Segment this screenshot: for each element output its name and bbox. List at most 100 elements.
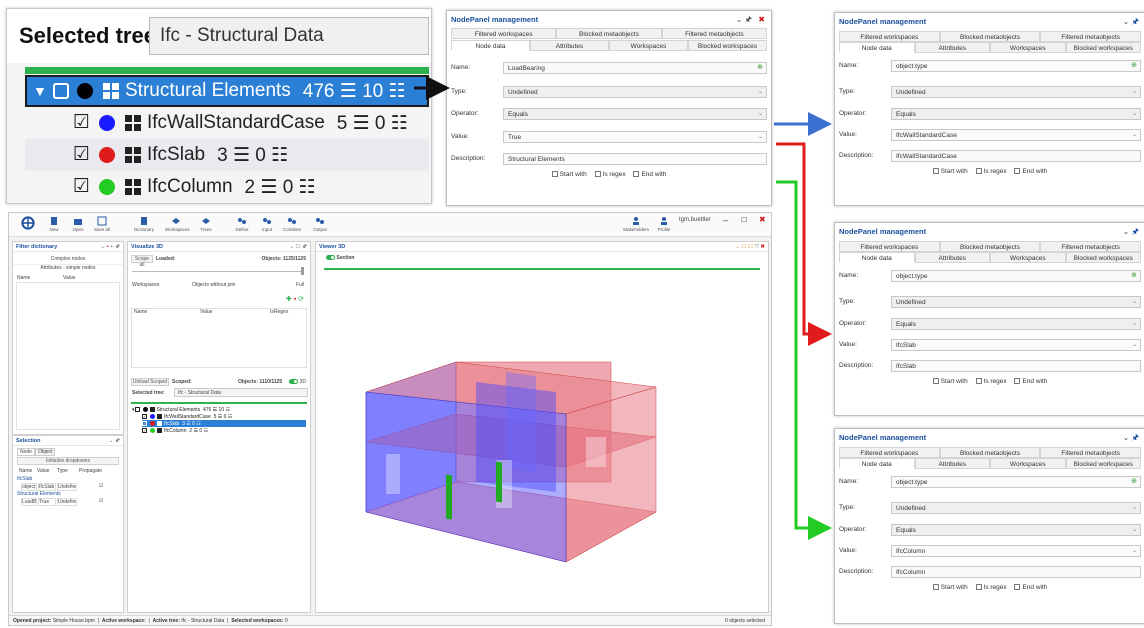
start-with-option[interactable]: Start with	[932, 584, 968, 591]
name-field[interactable]: object.type ⊕	[891, 59, 1141, 72]
tree-node-structural-elements[interactable]: ▼ Structural Elements 476 ☰ 10 ☷	[25, 75, 429, 107]
simple-nodes-label[interactable]: Attributes - simple nodes	[13, 264, 123, 271]
operator-dropdown[interactable]: Equals ⌄	[891, 317, 1141, 330]
start-with-option[interactable]: Start with	[551, 171, 587, 178]
tab-blocked-metaobjects[interactable]: Blocked metaobjects	[939, 241, 1041, 252]
maximize-icon[interactable]: ☐	[741, 216, 747, 224]
close-icon[interactable]: ✖	[759, 215, 766, 224]
open-button[interactable]: Open	[67, 216, 89, 232]
tab-filtered-metaobjects[interactable]: Filtered metaobjects	[1040, 241, 1141, 252]
building-3d-model[interactable]	[356, 342, 686, 592]
initialize-dropdowns-button[interactable]: Initialize dropdowns	[17, 457, 119, 465]
add-remove-icons[interactable]: ✚ ▪ ⟳	[286, 295, 304, 303]
tab-object[interactable]: Object	[35, 448, 56, 456]
tree-node-ifcwallstandardcase[interactable]: ☑ IfcWallStandardCase 5 ☰ 0 ☷	[25, 107, 429, 139]
search-icon[interactable]: ⊕	[757, 63, 763, 71]
value-dropdown[interactable]: IfcColumn ⌄	[891, 544, 1141, 557]
combine-button[interactable]: Combine	[281, 216, 303, 232]
is-regex-option[interactable]: Is regex	[594, 171, 626, 178]
pane-controls[interactable]: ⌄ ☐ 🖈	[289, 242, 307, 252]
name-field[interactable]: LoadBearing ⊕	[503, 61, 767, 74]
sel-row1-value[interactable]: IfcSlab	[38, 483, 56, 491]
tab-node[interactable]: Node	[17, 448, 35, 456]
new-button[interactable]: New	[43, 216, 65, 232]
close-icon[interactable]: ✖	[758, 15, 765, 24]
output-button[interactable]: Output	[309, 216, 331, 232]
tab-workspaces[interactable]: Workspaces	[990, 252, 1066, 263]
end-with-option[interactable]: End with	[1014, 584, 1047, 591]
description-field[interactable]: IfcWallStandardCase	[891, 149, 1141, 162]
operator-dropdown[interactable]: Equals ⌄	[503, 107, 767, 120]
tab-attributes[interactable]: Attributes	[914, 42, 990, 53]
checkbox-checked[interactable]: ☑	[73, 113, 91, 132]
is-regex-option[interactable]: Is regex	[975, 378, 1007, 385]
search-icon[interactable]: ⊕	[1131, 61, 1137, 69]
tab-filtered-workspaces[interactable]: Filtered workspaces	[839, 447, 940, 458]
tab-filtered-workspaces[interactable]: Filtered workspaces	[451, 28, 557, 39]
unload-scoped-button[interactable]: Unload Scoped	[131, 378, 169, 386]
scope-all-button[interactable]: Scope all	[131, 255, 153, 268]
type-dropdown[interactable]: Undefined ⌄	[503, 85, 767, 98]
pane-controls[interactable]: ⌄ ☐ ☐ ⤧ ✖	[735, 242, 765, 252]
type-dropdown[interactable]: Undefined ⌄	[891, 501, 1141, 514]
attributes-table[interactable]	[16, 282, 120, 430]
type-dropdown[interactable]: Undefined ⌄	[891, 85, 1141, 98]
pane-controls[interactable]: ⌄ ▪ + 🖈	[101, 242, 120, 252]
start-with-option[interactable]: Start with	[932, 378, 968, 385]
tab-blocked-metaobjects[interactable]: Blocked metaobjects	[939, 31, 1041, 42]
window-controls[interactable]: ⌄ 🖈	[1123, 432, 1139, 446]
tree-node-ifccolumn[interactable]: ✓ IfcColumn 2 ☰ 0 ☷	[142, 427, 208, 434]
sel-row1-name[interactable]: object	[21, 483, 37, 491]
tab-workspaces[interactable]: Workspaces	[990, 458, 1066, 469]
checkbox-checked[interactable]: ☑	[73, 145, 91, 164]
is-regex-option[interactable]: Is regex	[975, 168, 1007, 175]
tab-node-data[interactable]: Node data	[451, 40, 530, 51]
tab-attributes[interactable]: Attributes	[530, 40, 609, 51]
checkbox[interactable]	[53, 83, 69, 99]
sel-row1-type[interactable]: Undefine	[57, 483, 77, 491]
end-with-option[interactable]: End with	[1014, 378, 1047, 385]
sel-row2-value[interactable]: True	[38, 498, 56, 506]
trees-button[interactable]: Trees	[195, 216, 217, 232]
sel-row2-propagate[interactable]: ☑	[99, 498, 103, 504]
slider-handle[interactable]	[301, 267, 304, 275]
mode-toggle[interactable]: 3D	[289, 379, 306, 385]
tab-blocked-metaobjects[interactable]: Blocked metaobjects	[556, 28, 662, 39]
window-controls[interactable]: ⌄ 🖈 ✖	[736, 14, 765, 28]
search-icon[interactable]: ⊕	[1131, 271, 1137, 279]
is-regex-option[interactable]: Is regex	[975, 584, 1007, 591]
checkbox-checked[interactable]: ☑	[73, 177, 91, 196]
stakeholders-button[interactable]: Stakeholders	[621, 216, 651, 232]
description-field[interactable]: IfcColumn	[891, 565, 1141, 578]
complex-nodes-label[interactable]: Complex nodes	[13, 256, 123, 262]
dictionary-button[interactable]: Dictionary	[133, 216, 155, 232]
save-all-button[interactable]: Save all	[91, 216, 113, 232]
slider-track[interactable]	[132, 271, 304, 272]
tab-node-data[interactable]: Node data	[839, 458, 915, 469]
tab-node-data[interactable]: Node data	[839, 42, 915, 53]
name-field[interactable]: object.type ⊕	[891, 475, 1141, 488]
tab-blocked-workspaces[interactable]: Blocked workspaces	[1065, 252, 1141, 263]
minimize-icon[interactable]: –	[723, 215, 728, 225]
tab-filtered-metaobjects[interactable]: Filtered metaobjects	[661, 28, 767, 39]
selected-tree-dropdown[interactable]: Ifc - Structural Data	[149, 17, 429, 55]
description-field[interactable]: Structural Elements	[503, 152, 767, 165]
description-field[interactable]: IfcSlab	[891, 359, 1141, 372]
tab-filtered-metaobjects[interactable]: Filtered metaobjects	[1040, 31, 1141, 42]
tree-node-ifccolumn[interactable]: ☑ IfcColumn 2 ☰ 0 ☷	[25, 171, 429, 203]
window-controls[interactable]: ⌄ 🖈	[1123, 226, 1139, 240]
tab-filtered-workspaces[interactable]: Filtered workspaces	[839, 31, 940, 42]
tab-filtered-workspaces[interactable]: Filtered workspaces	[839, 241, 940, 252]
tab-node-data[interactable]: Node data	[839, 252, 915, 263]
tab-filtered-metaobjects[interactable]: Filtered metaobjects	[1040, 447, 1141, 458]
start-with-option[interactable]: Start with	[932, 168, 968, 175]
tree-node-ifcslab[interactable]: ✓ IfcSlab 3 ☰ 0 ☷	[142, 420, 306, 427]
type-dropdown[interactable]: Undefined ⌄	[891, 295, 1141, 308]
value-dropdown[interactable]: IfcSlab ⌄	[891, 338, 1141, 351]
window-controls[interactable]: ⌄ 🖈	[1123, 16, 1139, 30]
operator-dropdown[interactable]: Equals ⌄	[891, 523, 1141, 536]
pane-controls[interactable]: ⌄ 🖈	[109, 436, 120, 446]
tab-blocked-workspaces[interactable]: Blocked workspaces	[1065, 42, 1141, 53]
end-with-option[interactable]: End with	[633, 171, 666, 178]
tab-attributes[interactable]: Attributes	[914, 458, 990, 469]
